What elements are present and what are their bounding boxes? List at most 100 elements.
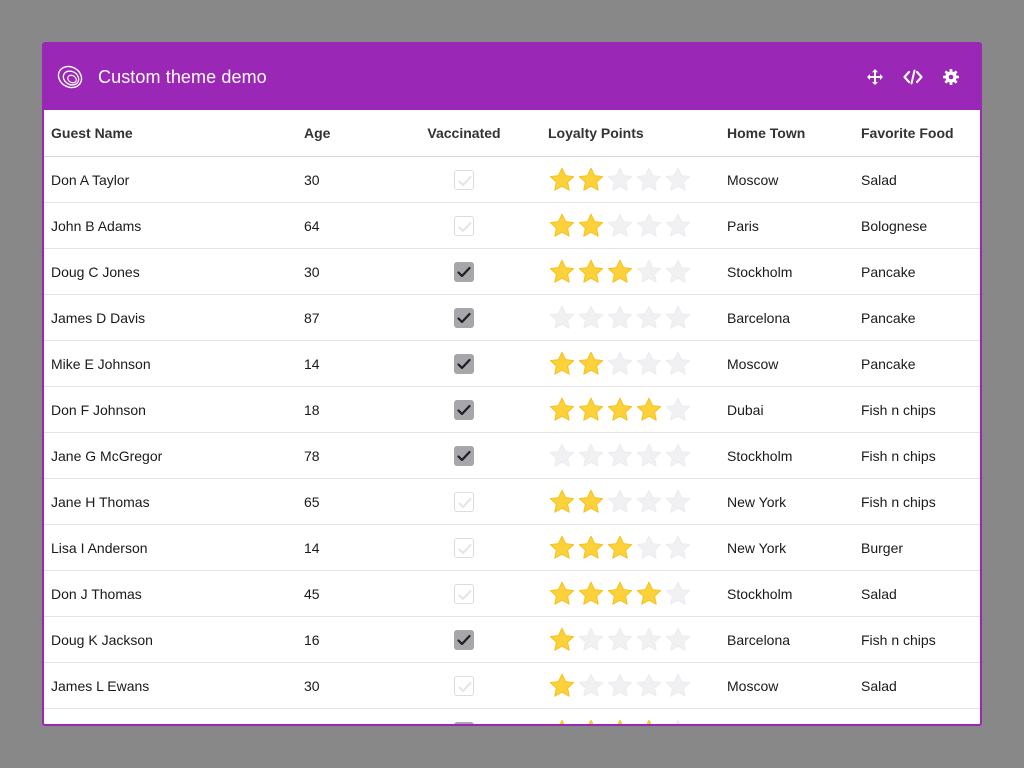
cell-guest-name[interactable] [44,708,297,724]
cell-favorite-food[interactable]: Salad [854,156,980,203]
star-rating[interactable] [548,442,720,470]
star-empty-icon[interactable] [664,626,692,654]
table-row[interactable]: Don J Thomas 45 Stockholm Salad [44,570,980,617]
table-row[interactable]: Jane G McGregor 78 Stockholm Fish n chips [44,432,980,479]
star-filled-icon[interactable] [606,580,634,608]
cell-age[interactable]: 87 [297,294,387,341]
cell-guest-name[interactable]: Mike E Johnson [44,340,297,387]
star-empty-icon[interactable] [635,534,663,562]
cell-age[interactable]: 30 [297,662,387,709]
star-empty-icon[interactable] [635,212,663,240]
star-filled-icon[interactable] [635,396,663,424]
star-empty-icon[interactable] [635,350,663,378]
cell-guest-name[interactable]: Don F Johnson [44,386,297,433]
star-filled-icon[interactable] [577,258,605,286]
vaccinated-checkbox[interactable] [454,353,474,374]
vaccinated-checkbox[interactable] [454,215,474,236]
gear-icon[interactable] [940,66,962,88]
table-row[interactable]: John B Adams 64 Paris Bolognese [44,202,980,249]
vaccinated-checkbox[interactable] [454,629,474,650]
star-filled-icon[interactable] [606,534,634,562]
cell-age[interactable]: 45 [297,570,387,617]
star-empty-icon[interactable] [577,626,605,654]
star-empty-icon[interactable] [664,718,692,725]
star-empty-icon[interactable] [664,580,692,608]
star-filled-icon[interactable] [577,166,605,194]
code-icon[interactable] [902,66,924,88]
table-row[interactable]: Jane H Thomas 65 New York Fish n chips [44,478,980,525]
vaccinated-checkbox[interactable] [454,169,474,190]
star-filled-icon[interactable] [548,258,576,286]
star-filled-icon[interactable] [548,350,576,378]
star-filled-icon[interactable] [606,718,634,725]
star-filled-icon[interactable] [606,396,634,424]
star-empty-icon[interactable] [635,488,663,516]
star-empty-icon[interactable] [577,304,605,332]
star-filled-icon[interactable] [577,534,605,562]
cell-home-town[interactable]: Moscow [720,662,854,709]
cell-age[interactable]: 14 [297,524,387,571]
star-empty-icon[interactable] [664,396,692,424]
star-empty-icon[interactable] [664,488,692,516]
cell-age[interactable]: 16 [297,616,387,663]
column-header-vaccinated[interactable]: Vaccinated [387,110,541,157]
star-empty-icon[interactable] [606,350,634,378]
cell-age[interactable]: 30 [297,248,387,295]
star-empty-icon[interactable] [577,672,605,700]
table-row[interactable]: Mike E Johnson 14 Moscow Pancake [44,340,980,387]
vaccinated-checkbox[interactable] [454,399,474,420]
star-empty-icon[interactable] [577,442,605,470]
column-header-guest-name[interactable]: Guest Name [44,110,297,157]
star-empty-icon[interactable] [606,166,634,194]
table-row[interactable]: James D Davis 87 Barcelona Pancake [44,294,980,341]
star-rating[interactable] [548,672,720,700]
cell-home-town[interactable]: Stockholm [720,432,854,479]
star-rating[interactable] [548,396,720,424]
cell-favorite-food[interactable]: Pancake [854,248,980,295]
cell-home-town[interactable] [720,708,854,724]
star-filled-icon[interactable] [548,166,576,194]
star-filled-icon[interactable] [577,580,605,608]
star-filled-icon[interactable] [548,396,576,424]
table-row[interactable]: Doug C Jones 30 Stockholm Pancake [44,248,980,295]
vaccinated-checkbox[interactable] [454,491,474,512]
vaccinated-checkbox[interactable] [454,721,474,724]
star-rating[interactable] [548,350,720,378]
star-empty-icon[interactable] [664,304,692,332]
cell-home-town[interactable]: Dubai [720,386,854,433]
move-icon[interactable] [864,66,886,88]
cell-home-town[interactable]: Barcelona [720,616,854,663]
star-empty-icon[interactable] [606,304,634,332]
star-empty-icon[interactable] [635,626,663,654]
cell-guest-name[interactable]: Don J Thomas [44,570,297,617]
star-filled-icon[interactable] [548,534,576,562]
star-empty-icon[interactable] [606,672,634,700]
star-empty-icon[interactable] [664,258,692,286]
cell-favorite-food[interactable]: Salad [854,570,980,617]
cell-favorite-food[interactable]: Pancake [854,294,980,341]
star-empty-icon[interactable] [548,304,576,332]
cell-guest-name[interactable]: Doug C Jones [44,248,297,295]
star-filled-icon[interactable] [577,350,605,378]
star-filled-icon[interactable] [548,672,576,700]
star-rating[interactable] [548,258,720,286]
cell-favorite-food[interactable]: Salad [854,662,980,709]
cell-guest-name[interactable]: Jane H Thomas [44,478,297,525]
star-rating[interactable] [548,580,720,608]
table-row[interactable] [44,708,980,725]
star-empty-icon[interactable] [606,488,634,516]
table-row[interactable]: Doug K Jackson 16 Barcelona Fish n chips [44,616,980,663]
cell-home-town[interactable]: Moscow [720,156,854,203]
star-empty-icon[interactable] [635,258,663,286]
star-rating[interactable] [548,166,720,194]
star-rating[interactable] [548,718,720,725]
cell-age[interactable] [297,708,387,724]
cell-favorite-food[interactable]: Pancake [854,340,980,387]
vaccinated-checkbox[interactable] [454,307,474,328]
cell-age[interactable]: 14 [297,340,387,387]
cell-guest-name[interactable]: James D Davis [44,294,297,341]
star-filled-icon[interactable] [635,718,663,725]
cell-home-town[interactable]: Paris [720,202,854,249]
cell-home-town[interactable]: Moscow [720,340,854,387]
star-filled-icon[interactable] [548,212,576,240]
